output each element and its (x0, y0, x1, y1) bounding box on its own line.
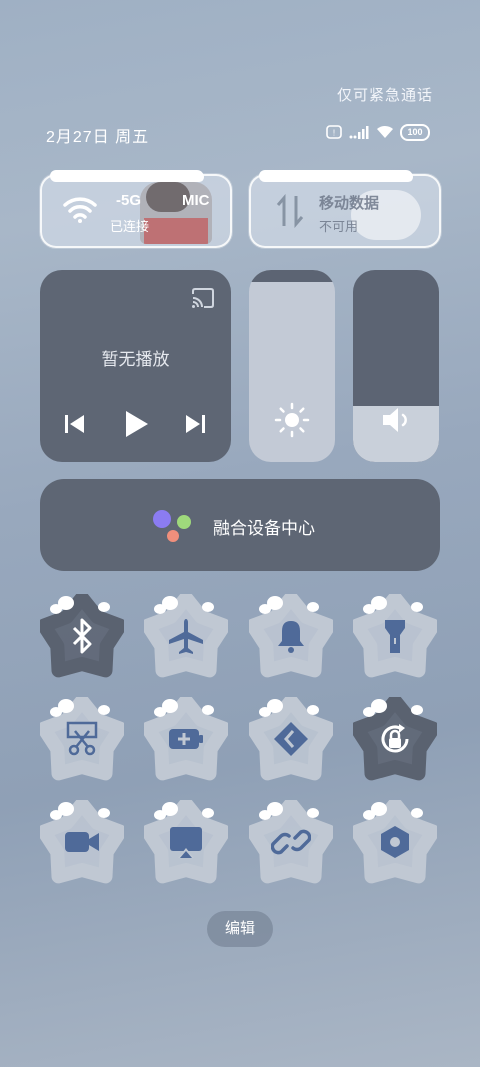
snow-decoration (307, 705, 319, 715)
snow-decoration (154, 810, 166, 820)
snow-decoration (259, 604, 271, 614)
snow-decoration (259, 707, 271, 717)
snow-decoration (307, 602, 319, 612)
toggle-silent-mode[interactable] (249, 594, 333, 678)
snow-decoration (50, 810, 62, 820)
snow-decoration (202, 602, 214, 612)
volume-icon (383, 408, 407, 432)
snow-decoration (411, 705, 423, 715)
snow-decoration (259, 170, 413, 182)
settings-shortcut-icon (381, 826, 409, 858)
next-track-icon[interactable] (182, 412, 208, 436)
snow-decoration (154, 707, 166, 717)
volume-slider[interactable] (353, 270, 439, 462)
snow-decoration (411, 808, 423, 818)
toggle-airplane-mode[interactable] (144, 594, 228, 678)
snow-decoration (50, 170, 204, 182)
toggle-battery-saver[interactable] (144, 697, 228, 781)
snow-decoration (98, 808, 110, 818)
device-hub-label: 融合设备中心 (213, 519, 315, 538)
rotation-lock-icon (381, 724, 409, 753)
developer-link-icon (274, 722, 308, 756)
toggle-screen-recorder[interactable] (40, 800, 124, 884)
toggle-bluetooth[interactable] (40, 594, 124, 678)
mobile-data-status: 不可用 (319, 219, 359, 234)
brightness-slider[interactable] (249, 270, 335, 462)
wifi-icon (63, 197, 97, 223)
no-media-text: 暂无播放 (101, 350, 170, 369)
edit-button[interactable]: 编辑 (207, 911, 273, 947)
emergency-calls-only-text: 仅可紧急通话 (336, 87, 433, 104)
bluetooth-icon (72, 618, 92, 654)
wifi-network-name-suffix: MIC (182, 192, 210, 209)
toggle-screenshot[interactable] (40, 697, 124, 781)
snow-decoration (363, 707, 375, 717)
snow-decoration (202, 705, 214, 715)
screenshot-icon (66, 721, 98, 756)
date-text: 2月27日 周五 (46, 129, 150, 146)
toggle-cast[interactable] (144, 800, 228, 884)
silent-mode-icon (278, 621, 304, 653)
screen-recorder-icon (65, 832, 99, 852)
wifi-status: 已连接 (110, 219, 150, 234)
play-icon[interactable] (122, 408, 150, 440)
snow-decoration (411, 602, 423, 612)
snow-decoration (98, 602, 110, 612)
battery-indicator: 100 (400, 123, 430, 141)
mobile-data-tile[interactable]: 移动数据 不可用 (249, 170, 441, 248)
snow-decoration (154, 604, 166, 614)
snow-decoration (307, 808, 319, 818)
nfc-icon: ! (326, 125, 342, 139)
hub-icon (153, 510, 191, 542)
cast-icon (170, 827, 202, 858)
snow-decoration (202, 808, 214, 818)
snow-decoration (98, 705, 110, 715)
flashlight-icon (385, 620, 405, 653)
previous-track-icon[interactable] (62, 412, 88, 436)
cast-icon[interactable] (191, 288, 215, 308)
airplane-mode-icon (169, 619, 203, 654)
toggle-developer-link[interactable] (249, 697, 333, 781)
snow-decoration (50, 604, 62, 614)
mobile-data-label: 移动数据 (319, 195, 380, 212)
nearby-share-icon (271, 829, 311, 855)
battery-saver-icon (169, 729, 203, 749)
snow-decoration (363, 604, 375, 614)
wifi-status-icon (377, 125, 393, 138)
svg-text:!: ! (333, 129, 335, 138)
wifi-tile[interactable]: -5G MIC 已连接 (40, 170, 232, 248)
mobile-data-icon (276, 194, 304, 228)
snow-decoration (363, 810, 375, 820)
snow-decoration (50, 707, 62, 717)
media-player-card[interactable]: 暂无播放 (40, 270, 231, 462)
device-hub-button[interactable]: 融合设备中心 (40, 479, 440, 571)
signal-icon (349, 126, 369, 139)
toggle-nearby-share[interactable] (249, 800, 333, 884)
status-icons: ! 100 (326, 122, 430, 142)
toggle-flashlight[interactable] (353, 594, 437, 678)
toggle-rotation-lock[interactable] (353, 697, 437, 781)
wifi-network-name: -5G (116, 192, 142, 209)
snow-decoration (259, 810, 271, 820)
brightness-slider-fill (249, 270, 335, 282)
toggle-settings-shortcut[interactable] (353, 800, 437, 884)
brightness-icon (274, 402, 310, 438)
